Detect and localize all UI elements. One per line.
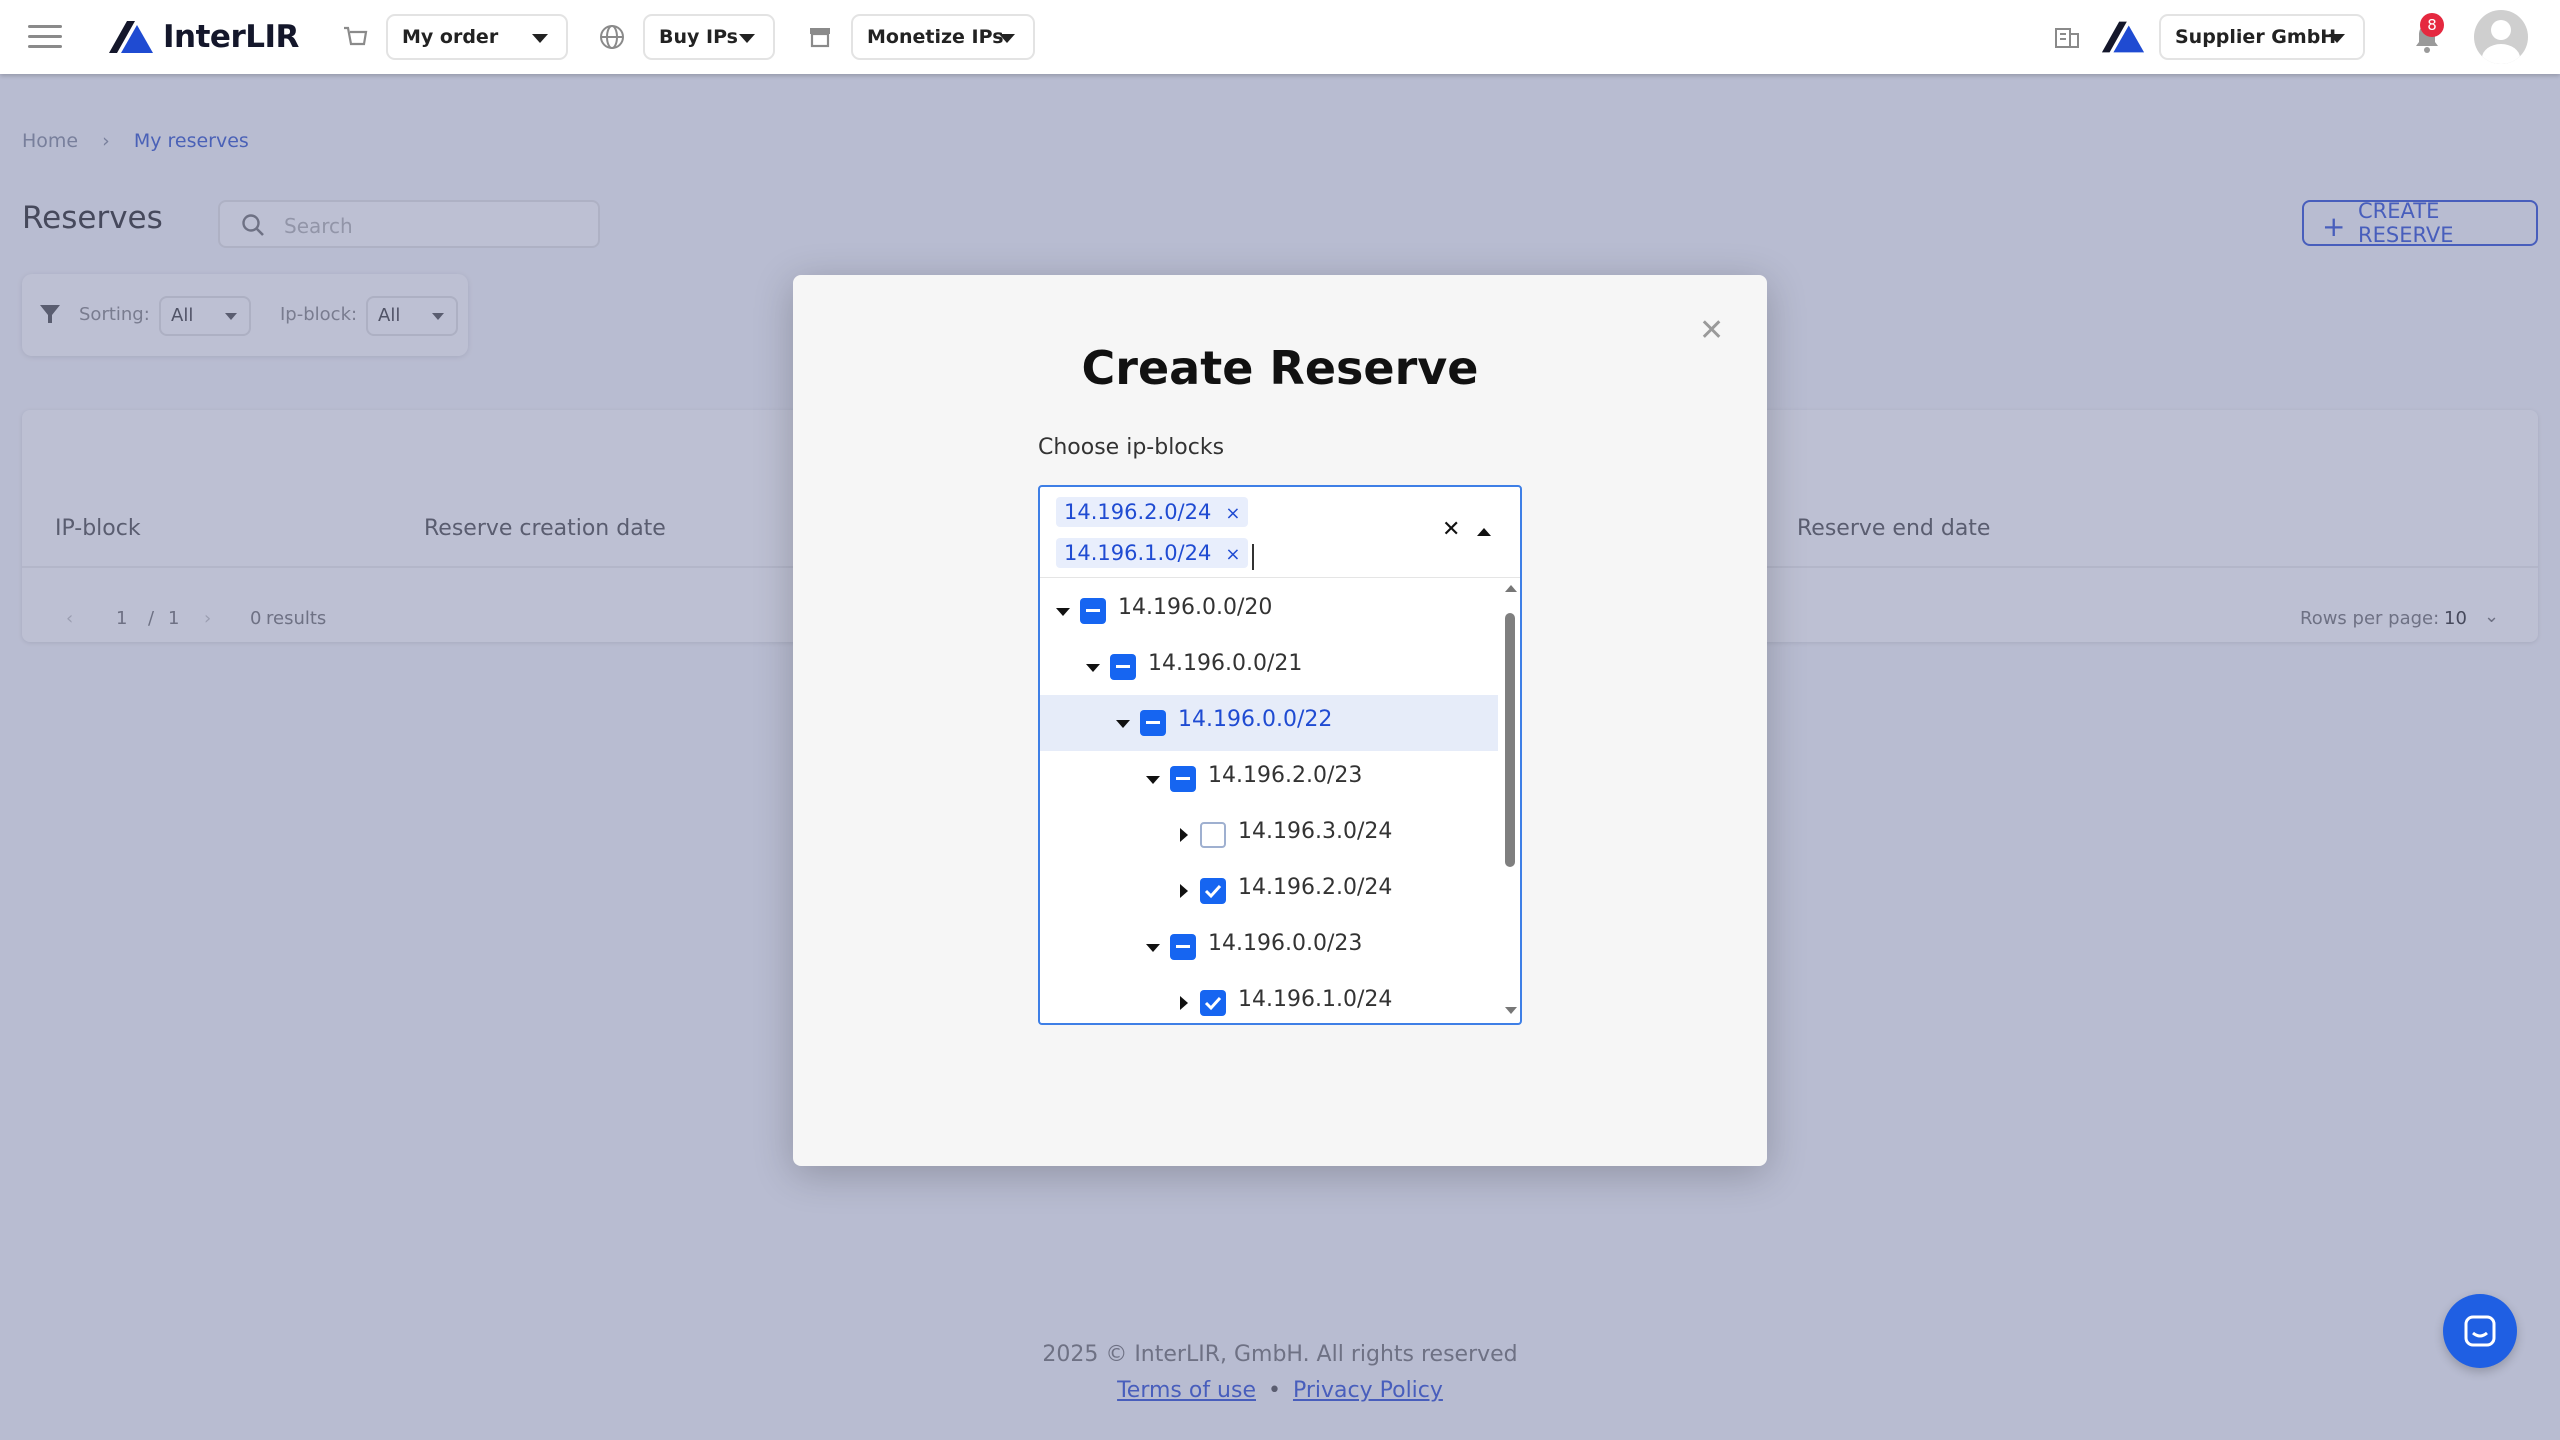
expand-right-icon[interactable] <box>1180 884 1188 898</box>
expand-right-icon[interactable] <box>1180 828 1188 842</box>
logo-text: InterLIR <box>163 19 299 55</box>
tree-node[interactable]: 14.196.0.0/22 <box>1040 695 1498 751</box>
my-order-dropdown[interactable]: My order <box>386 14 568 60</box>
expand-down-icon[interactable] <box>1116 720 1130 728</box>
store-icon <box>810 28 830 48</box>
expand-down-icon[interactable] <box>1146 776 1160 784</box>
tree-checkbox[interactable] <box>1200 822 1226 848</box>
scroll-up-icon[interactable] <box>1505 585 1517 592</box>
ip-blocks-label: Choose ip-blocks <box>1038 435 1225 460</box>
chip-remove-icon[interactable]: × <box>1225 503 1240 524</box>
tree-node[interactable]: 14.196.0.0/23 <box>1040 919 1498 975</box>
notification-badge: 8 <box>2420 13 2444 37</box>
buy-ips-dropdown[interactable]: Buy IPs <box>643 14 775 60</box>
chat-button[interactable] <box>2443 1294 2517 1368</box>
building-icon <box>2055 28 2079 48</box>
globe-icon <box>600 25 624 49</box>
scroll-down-icon[interactable] <box>1505 1007 1517 1014</box>
chevron-down-icon <box>999 34 1015 43</box>
selected-chip: 14.196.2.0/24 × <box>1056 497 1249 527</box>
tree-checkbox[interactable] <box>1170 934 1196 960</box>
company-logo-icon <box>2101 21 2145 53</box>
tree-node-label: 14.196.2.0/23 <box>1208 763 1363 788</box>
interlir-logo[interactable]: InterLIR <box>107 16 299 58</box>
chip-label: 14.196.2.0/24 <box>1064 500 1212 524</box>
check-icon <box>1204 996 1222 1011</box>
tree-checkbox[interactable] <box>1110 654 1136 680</box>
modal-title: Create Reserve <box>1081 341 1479 395</box>
tree-node[interactable]: 14.196.1.0/24 <box>1040 975 1498 1023</box>
buy-ips-label: Buy IPs <box>659 26 738 48</box>
logo-mark-icon <box>109 21 153 53</box>
tree-node[interactable]: 14.196.0.0/21 <box>1040 639 1498 695</box>
clear-selection-icon[interactable]: ✕ <box>1442 517 1460 542</box>
create-reserve-modal: ✕ Create Reserve Choose ip-blocks 14.196… <box>793 275 1767 1166</box>
tree-node-label: 14.196.1.0/24 <box>1238 987 1393 1012</box>
tree-node[interactable]: 14.196.2.0/23 <box>1040 751 1498 807</box>
tree-node[interactable]: 14.196.3.0/24 <box>1040 807 1498 863</box>
tree-checkbox[interactable] <box>1170 766 1196 792</box>
cart-icon <box>344 26 368 46</box>
tree-node-label: 14.196.0.0/21 <box>1148 651 1303 676</box>
expand-down-icon[interactable] <box>1086 664 1100 672</box>
chevron-down-icon <box>532 34 548 43</box>
tree-checkbox[interactable] <box>1140 710 1166 736</box>
tree-node[interactable]: 14.196.2.0/24 <box>1040 863 1498 919</box>
chevron-down-icon <box>739 34 755 43</box>
ip-blocks-select[interactable]: 14.196.2.0/24 × 14.196.1.0/24 × ✕ 14.196.0… <box>1038 485 1522 1025</box>
expand-right-icon[interactable] <box>1180 996 1188 1010</box>
tree-node-label: 14.196.0.0/22 <box>1178 707 1333 732</box>
check-icon <box>1204 884 1222 899</box>
monetize-ips-label: Monetize IPs <box>867 26 1004 48</box>
tree-node-label: 14.196.0.0/20 <box>1118 595 1273 620</box>
chip-remove-icon[interactable]: × <box>1225 544 1240 565</box>
chevron-up-icon[interactable] <box>1477 528 1491 536</box>
top-navigation-bar: InterLIR My order Buy IPs Monetize IPs S… <box>0 0 2560 74</box>
tree-node-label: 14.196.2.0/24 <box>1238 875 1393 900</box>
expand-down-icon[interactable] <box>1056 608 1070 616</box>
selected-chip: 14.196.1.0/24 × <box>1056 538 1249 568</box>
company-label: Supplier GmbH <box>2175 26 2337 48</box>
expand-down-icon[interactable] <box>1146 944 1160 952</box>
user-icon <box>2482 20 2520 64</box>
my-order-label: My order <box>402 26 499 48</box>
tree-checkbox[interactable] <box>1200 990 1226 1016</box>
menu-icon[interactable] <box>28 25 62 49</box>
text-cursor <box>1252 544 1254 570</box>
company-dropdown[interactable]: Supplier GmbH <box>2159 14 2365 60</box>
chip-label: 14.196.1.0/24 <box>1064 541 1212 565</box>
tree-node-label: 14.196.0.0/23 <box>1208 931 1363 956</box>
tree-node-label: 14.196.3.0/24 <box>1238 819 1393 844</box>
tree-node[interactable]: 14.196.0.0/20 <box>1040 583 1498 639</box>
tree-checkbox[interactable] <box>1080 598 1106 624</box>
chevron-down-icon <box>2329 34 2345 43</box>
tree-checkbox[interactable] <box>1200 878 1226 904</box>
select-divider <box>1040 577 1520 578</box>
user-avatar[interactable] <box>2474 10 2528 64</box>
scrollbar-thumb[interactable] <box>1505 613 1515 867</box>
monetize-ips-dropdown[interactable]: Monetize IPs <box>851 14 1035 60</box>
chat-icon <box>2464 1315 2496 1347</box>
